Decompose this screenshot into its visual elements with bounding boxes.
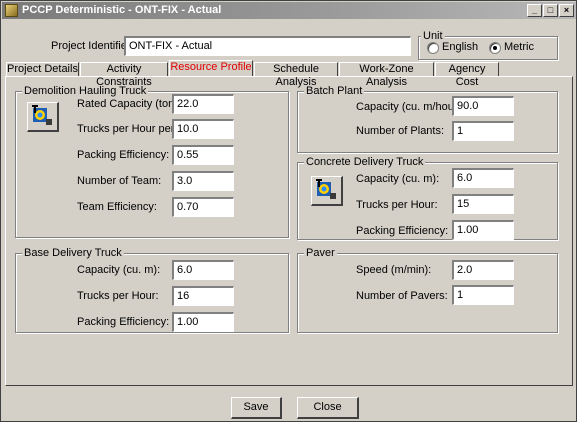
truck-icon <box>32 105 52 125</box>
batch-capacity-field[interactable]: 90.0 <box>452 96 514 116</box>
app-icon <box>5 4 18 17</box>
base-delivery-truck-title: Base Delivery Truck <box>22 247 124 259</box>
number-of-pavers-label: Number of Pavers: <box>356 290 448 302</box>
paver-speed-label: Speed (m/min): <box>356 264 432 276</box>
concrete-packing-efficiency-field[interactable]: 1.00 <box>452 220 514 240</box>
rated-capacity-field[interactable]: 22.0 <box>172 94 234 114</box>
paver-speed-field[interactable]: 2.0 <box>452 260 514 280</box>
base-capacity-field[interactable]: 6.0 <box>172 260 234 280</box>
demolition-truck-button[interactable] <box>27 102 59 132</box>
window-title: PCCP Deterministic - ONT-FIX - Actual <box>22 4 222 16</box>
unit-english-label: English <box>442 41 479 53</box>
batch-capacity-label: Capacity (cu. m/hour): <box>356 101 465 113</box>
maximize-button[interactable]: □ <box>543 4 558 17</box>
close-window-button[interactable]: × <box>559 4 574 17</box>
tab-agency-cost[interactable]: Agency Cost <box>435 62 499 88</box>
tab-work-zone-analysis[interactable]: Work-Zone Analysis <box>339 62 434 88</box>
concrete-packing-efficiency-label: Packing Efficiency: <box>356 225 449 237</box>
paver-title: Paver <box>304 247 337 259</box>
project-identifier-label: Project Identifier: <box>51 40 134 52</box>
save-button[interactable]: Save <box>231 397 282 419</box>
unit-metric-label: Metric <box>504 41 534 53</box>
tab-resource-profile[interactable]: Resource Profile <box>169 60 253 77</box>
number-of-team-label: Number of Team: <box>77 175 162 187</box>
concrete-trucks-per-hour-field[interactable]: 15 <box>452 194 514 214</box>
demolition-packing-efficiency-label: Packing Efficiency: <box>77 149 170 161</box>
tab-project-details[interactable]: Project Details <box>6 62 79 77</box>
unit-metric-radio[interactable] <box>489 42 501 54</box>
concrete-truck-button[interactable] <box>311 176 343 206</box>
tab-activity-constraints[interactable]: Activity Constraints <box>80 62 168 88</box>
main-window: PCCP Deterministic - ONT-FIX - Actual _ … <box>0 0 577 422</box>
base-capacity-label: Capacity (cu. m): <box>77 264 161 276</box>
concrete-capacity-field[interactable]: 6.0 <box>452 168 514 188</box>
concrete-capacity-label: Capacity (cu. m): <box>356 173 440 185</box>
close-button[interactable]: Close <box>297 397 359 419</box>
unit-english-radio[interactable] <box>427 42 439 54</box>
unit-group: Unit <box>418 30 558 60</box>
concrete-delivery-truck-title: Concrete Delivery Truck <box>304 156 426 168</box>
number-of-plants-field[interactable]: 1 <box>452 121 514 141</box>
demolition-hauling-truck-title: Demolition Hauling Truck <box>22 85 149 97</box>
title-bar[interactable]: PCCP Deterministic - ONT-FIX - Actual _ … <box>2 2 576 19</box>
base-packing-efficiency-field[interactable]: 1.00 <box>172 312 234 332</box>
concrete-trucks-per-hour-label: Trucks per Hour: <box>356 199 438 211</box>
demolition-packing-efficiency-field[interactable]: 0.55 <box>172 145 234 165</box>
number-of-team-field[interactable]: 3.0 <box>172 171 234 191</box>
base-trucks-per-hour-label: Trucks per Hour: <box>77 290 159 302</box>
trucks-per-hour-per-team-field[interactable]: 10.0 <box>172 119 234 139</box>
team-efficiency-label: Team Efficiency: <box>77 201 157 213</box>
number-of-plants-label: Number of Plants: <box>356 125 445 137</box>
base-packing-efficiency-label: Packing Efficiency: <box>77 316 170 328</box>
batch-plant-title: Batch Plant <box>304 85 365 97</box>
base-trucks-per-hour-field[interactable]: 16 <box>172 286 234 306</box>
tab-schedule-analysis[interactable]: Schedule Analysis <box>254 62 338 88</box>
truck-icon <box>316 179 336 199</box>
team-efficiency-field[interactable]: 0.70 <box>172 197 234 217</box>
number-of-pavers-field[interactable]: 1 <box>452 285 514 305</box>
project-identifier-field[interactable]: ONT-FIX - Actual <box>124 36 411 56</box>
minimize-button[interactable]: _ <box>527 4 542 17</box>
